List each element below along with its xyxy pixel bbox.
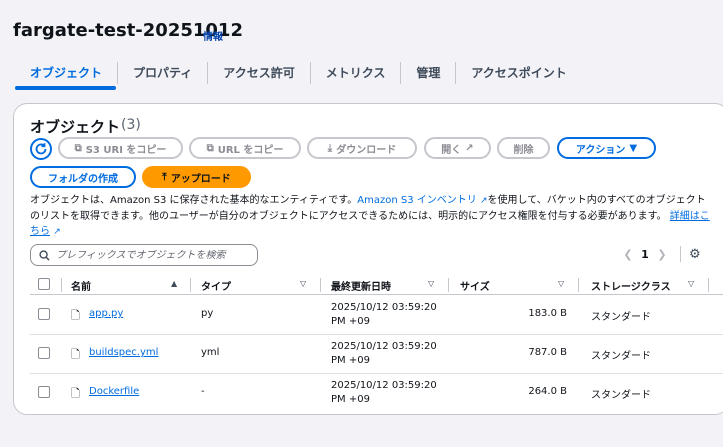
refresh-button[interactable]	[30, 138, 52, 160]
external-link-icon: ↗	[53, 227, 61, 237]
object-name-link[interactable]: buildspec.yml	[89, 347, 158, 358]
pagination: ❮ 1 ❯ ⚙	[618, 246, 701, 262]
active-tab-indicator	[15, 86, 116, 90]
open-button[interactable]: 開く ↗	[424, 137, 491, 159]
file-icon: 🗋	[71, 348, 80, 361]
panel-title: オブジェクト	[30, 118, 121, 136]
object-size: 183.0 B	[528, 308, 567, 319]
object-type: py	[201, 308, 214, 319]
upload-label: アップロード	[170, 173, 231, 185]
next-page-icon[interactable]: ❯	[652, 248, 672, 261]
object-storage-class: スタンダード	[591, 312, 651, 323]
sort-icon[interactable]: ▽	[688, 279, 694, 288]
tab-objects[interactable]: オブジェクト	[15, 62, 117, 84]
table-row[interactable]: 🗋 buildspec.yml yml 2025/10/12 03:59:20 P…	[30, 335, 723, 374]
column-divider	[61, 278, 62, 292]
column-divider	[448, 278, 449, 292]
delete-button[interactable]: 削除	[497, 137, 550, 159]
external-link-icon: ↗	[479, 196, 488, 206]
object-modified: 2025/10/12 03:59:20 PM +09	[331, 380, 437, 405]
search-box	[30, 244, 258, 266]
copy-url-label: URL をコピー	[217, 144, 284, 156]
sort-icon[interactable]: ▽	[558, 279, 564, 288]
search-icon	[39, 249, 50, 261]
create-folder-button[interactable]: フォルダの作成	[30, 166, 136, 188]
row-checkbox[interactable]	[38, 347, 50, 359]
tab-properties[interactable]: プロパティ	[117, 62, 207, 84]
copy-s3-uri-button[interactable]: ⧉ S3 URI をコピー	[58, 137, 183, 159]
actions-label: アクション	[575, 144, 626, 156]
object-size: 787.0 B	[528, 347, 567, 358]
column-divider	[190, 278, 191, 292]
object-storage-class: スタンダード	[591, 390, 651, 401]
external-link-icon: ↗	[465, 142, 474, 154]
table-header: 名前 ▲ タイプ ▽ 最終更新日時 ▽ サイズ ▽ ストレージクラス ▽	[30, 275, 723, 295]
gear-icon[interactable]: ⚙	[689, 247, 701, 262]
copy-icon: ⧉	[206, 142, 214, 154]
sort-icon[interactable]: ▽	[428, 279, 434, 288]
column-header-name[interactable]: 名前	[71, 278, 91, 293]
inventory-link[interactable]: Amazon S3 インベントリ	[357, 195, 476, 206]
file-icon: 🗋	[71, 387, 80, 400]
tab-access-points[interactable]: アクセスポイント	[455, 62, 581, 84]
tab-metrics[interactable]: メトリクス	[309, 62, 401, 84]
sort-asc-icon[interactable]: ▲	[171, 279, 177, 288]
search-input[interactable]	[56, 249, 246, 261]
object-size: 264.0 B	[528, 386, 567, 397]
copy-url-button[interactable]: ⧉ URL をコピー	[189, 137, 301, 159]
object-count: (3)	[121, 117, 141, 133]
download-icon: ⤓	[327, 142, 333, 154]
tab-permissions[interactable]: アクセス許可	[207, 62, 309, 84]
object-storage-class: スタンダード	[591, 351, 651, 362]
column-header-type[interactable]: タイプ	[201, 278, 231, 293]
info-link[interactable]: 情報	[203, 28, 223, 43]
file-icon: 🗋	[71, 309, 80, 322]
tab-bar: オブジェクト プロパティ アクセス許可 メトリクス 管理 アクセスポイント	[15, 58, 582, 88]
copy-s3-uri-label: S3 URI をコピー	[85, 144, 167, 156]
caret-down-icon: ▼	[629, 142, 638, 154]
column-header-storage-class[interactable]: ストレージクラス	[591, 278, 671, 293]
object-name-link[interactable]: app.py	[89, 308, 123, 319]
open-label: 開く	[441, 144, 462, 156]
upload-button[interactable]: ⤒ アップロード	[142, 166, 251, 188]
object-modified: 2025/10/12 03:59:20 PM +09	[331, 302, 437, 327]
column-header-modified[interactable]: 最終更新日時	[331, 278, 391, 293]
description-text: オブジェクトは、Amazon S3 に保存された基本的なエンティティです。Ama…	[30, 193, 710, 240]
object-type: yml	[201, 347, 220, 358]
delete-label: 削除	[513, 144, 534, 156]
column-divider	[708, 278, 709, 292]
select-all-checkbox[interactable]	[38, 278, 50, 290]
column-divider	[320, 278, 321, 292]
row-checkbox[interactable]	[38, 386, 50, 398]
create-folder-label: フォルダの作成	[48, 173, 118, 185]
object-type: -	[201, 386, 205, 397]
column-divider	[578, 278, 579, 292]
table-row[interactable]: 🗋 app.py py 2025/10/12 03:59:20 PM +09 18…	[30, 296, 723, 335]
description-part1: オブジェクトは、Amazon S3 に保存された基本的なエンティティです。	[30, 195, 358, 206]
sort-icon[interactable]: ▽	[300, 279, 306, 288]
current-page[interactable]: 1	[638, 248, 652, 261]
download-button[interactable]: ⤓ ダウンロード	[307, 137, 417, 159]
refresh-icon	[35, 143, 47, 155]
copy-icon: ⧉	[74, 142, 82, 154]
object-modified: 2025/10/12 03:59:20 PM +09	[331, 341, 437, 366]
row-checkbox[interactable]	[38, 308, 50, 320]
column-header-size[interactable]: サイズ	[460, 278, 490, 293]
actions-dropdown[interactable]: アクション ▼	[557, 137, 656, 159]
prev-page-icon[interactable]: ❮	[618, 248, 638, 261]
pager-divider	[680, 246, 681, 262]
download-label: ダウンロード	[336, 144, 397, 156]
tab-management[interactable]: 管理	[400, 62, 455, 84]
object-name-link[interactable]: Dockerfile	[89, 386, 139, 397]
upload-icon: ⤒	[162, 171, 167, 183]
table-row[interactable]: 🗋 Dockerfile - 2025/10/12 03:59:20 PM +09…	[30, 374, 723, 413]
